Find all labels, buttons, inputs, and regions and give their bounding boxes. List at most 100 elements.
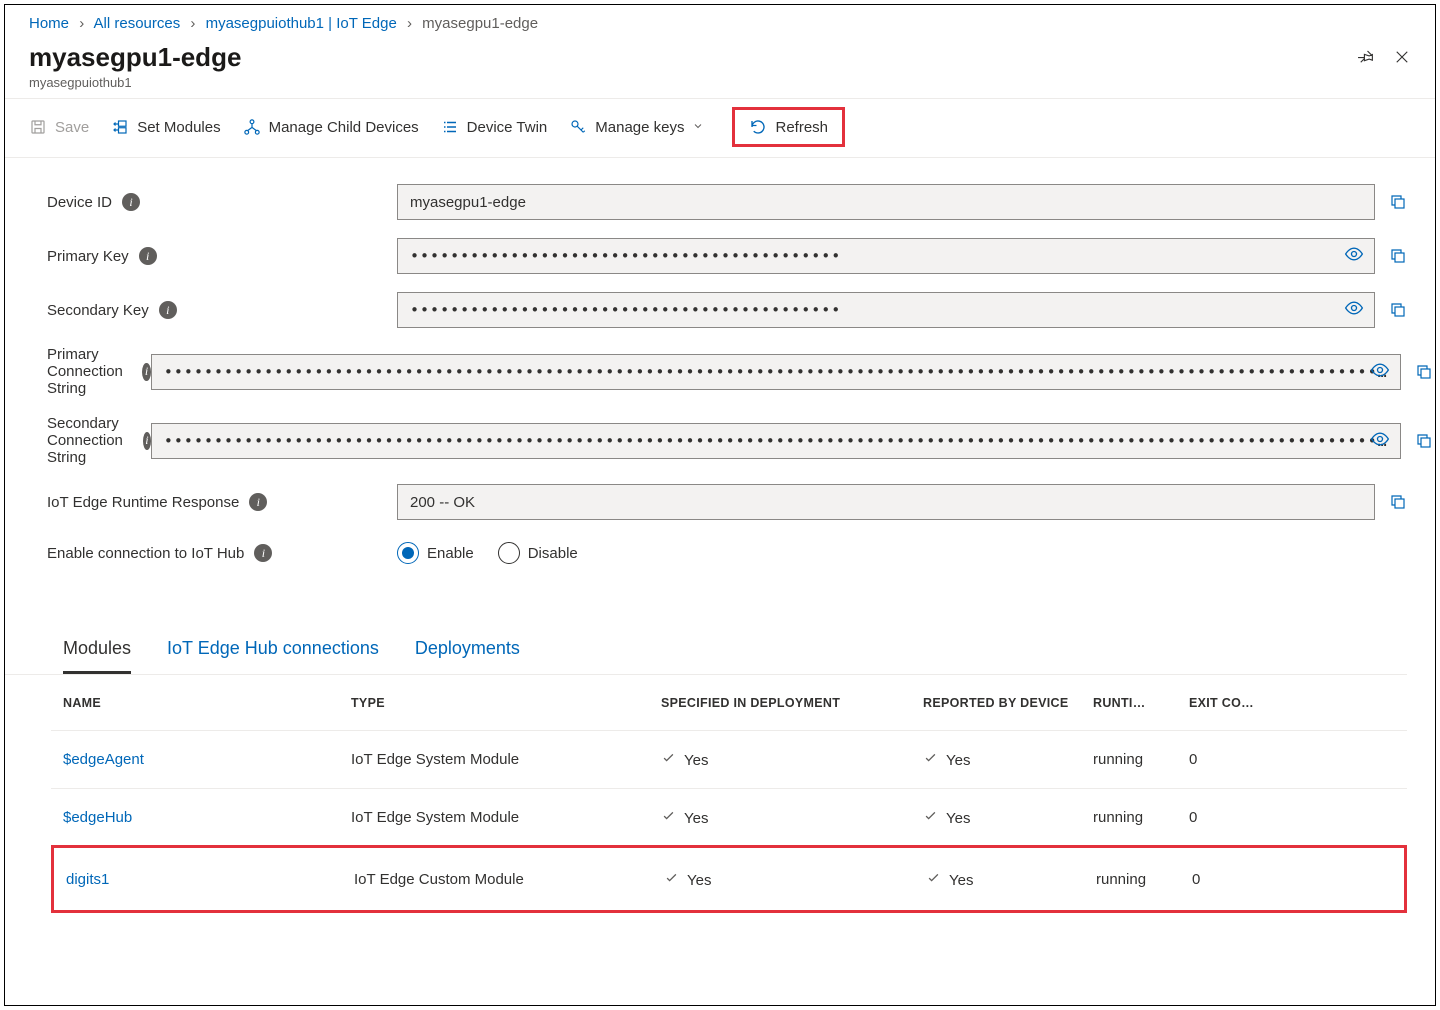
breadcrumb-all-resources[interactable]: All resources (94, 15, 181, 32)
copy-icon[interactable] (1415, 432, 1433, 450)
chevron-down-icon (692, 119, 704, 136)
module-link[interactable]: $edgeAgent (63, 751, 144, 768)
reveal-icon[interactable] (1370, 429, 1390, 453)
cell-spec: Yes (661, 808, 923, 827)
col-name[interactable]: NAME (51, 696, 351, 710)
breadcrumb-iothub[interactable]: myasegpuiothub1 | IoT Edge (206, 15, 397, 32)
primary-conn-label: Primary Connection String (47, 346, 132, 397)
module-link[interactable]: $edgeHub (63, 809, 132, 826)
secondary-conn-label: Secondary Connection String (47, 415, 133, 466)
check-icon (926, 870, 941, 885)
disable-radio-label: Disable (528, 545, 578, 562)
tabs: Modules IoT Edge Hub connections Deploym… (5, 602, 1407, 675)
cell-type: IoT Edge System Module (351, 751, 661, 768)
modules-table: NAME TYPE SPECIFIED IN DEPLOYMENT REPORT… (51, 675, 1407, 913)
set-modules-label: Set Modules (137, 119, 220, 136)
reveal-icon[interactable] (1370, 360, 1390, 384)
info-icon[interactable]: i (159, 301, 177, 319)
tab-connections[interactable]: IoT Edge Hub connections (167, 632, 379, 674)
save-button: Save (29, 118, 89, 136)
manage-child-button[interactable]: Manage Child Devices (243, 118, 419, 136)
col-reported[interactable]: REPORTED BY DEVICE (923, 696, 1093, 710)
copy-icon[interactable] (1389, 247, 1407, 265)
device-id-label: Device ID (47, 194, 112, 211)
manage-keys-button[interactable]: Manage keys (569, 118, 704, 136)
table-row[interactable]: $edgeAgent IoT Edge System Module Yes Ye… (51, 731, 1407, 789)
col-type[interactable]: TYPE (351, 696, 661, 710)
refresh-button[interactable]: Refresh (732, 107, 845, 147)
check-icon (923, 750, 938, 765)
copy-icon[interactable] (1389, 193, 1407, 211)
refresh-icon (749, 118, 767, 136)
device-id-field[interactable]: myasegpu1-edge (397, 184, 1375, 220)
check-icon (661, 808, 676, 823)
table-row[interactable]: $edgeHub IoT Edge System Module Yes Yes … (51, 789, 1407, 847)
cell-run: running (1096, 871, 1192, 888)
save-icon (29, 118, 47, 136)
refresh-label: Refresh (775, 119, 828, 136)
runtime-resp-field[interactable]: 200 -- OK (397, 484, 1375, 520)
cell-type: IoT Edge Custom Module (354, 871, 664, 888)
chevron-right-icon: › (401, 15, 418, 32)
manage-keys-label: Manage keys (595, 119, 684, 136)
reveal-icon[interactable] (1344, 298, 1364, 322)
close-icon[interactable] (1393, 48, 1411, 69)
page-subtitle: myasegpuiothub1 (29, 75, 1357, 90)
cell-spec: Yes (661, 750, 923, 769)
device-twin-label: Device Twin (467, 119, 548, 136)
copy-icon[interactable] (1389, 493, 1407, 511)
cell-exit: 0 (1189, 809, 1269, 826)
tab-deployments[interactable]: Deployments (415, 632, 520, 674)
enable-radio[interactable]: Enable (397, 542, 474, 564)
cell-exit: 0 (1189, 751, 1269, 768)
info-icon[interactable]: i (122, 193, 140, 211)
primary-key-field[interactable]: ••••••••••••••••••••••••••••••••••••••••… (397, 238, 1375, 274)
cell-spec: Yes (664, 870, 926, 889)
reveal-icon[interactable] (1344, 244, 1364, 268)
breadcrumb-home[interactable]: Home (29, 15, 69, 32)
info-icon[interactable]: i (249, 493, 267, 511)
col-runtime[interactable]: RUNTI… (1093, 696, 1189, 710)
manage-child-label: Manage Child Devices (269, 119, 419, 136)
breadcrumb: Home › All resources › myasegpuiothub1 |… (5, 5, 1435, 38)
info-icon[interactable]: i (143, 432, 151, 450)
cell-run: running (1093, 751, 1189, 768)
table-row[interactable]: digits1 IoT Edge Custom Module Yes Yes r… (54, 850, 1404, 908)
chevron-right-icon: › (184, 15, 201, 32)
secondary-key-field[interactable]: ••••••••••••••••••••••••••••••••••••••••… (397, 292, 1375, 328)
info-icon[interactable]: i (142, 363, 151, 381)
save-label: Save (55, 119, 89, 136)
copy-icon[interactable] (1389, 301, 1407, 319)
device-twin-button[interactable]: Device Twin (441, 118, 548, 136)
cell-rep: Yes (923, 750, 1093, 769)
check-icon (923, 808, 938, 823)
set-modules-button[interactable]: Set Modules (111, 118, 220, 136)
pin-icon[interactable] (1357, 48, 1375, 69)
check-icon (661, 750, 676, 765)
info-icon[interactable]: i (254, 544, 272, 562)
disable-radio[interactable]: Disable (498, 542, 578, 564)
module-link[interactable]: digits1 (66, 871, 109, 888)
cell-exit: 0 (1192, 871, 1272, 888)
cell-rep: Yes (926, 870, 1096, 889)
secondary-key-label: Secondary Key (47, 302, 149, 319)
toolbar: Save Set Modules Manage Child Devices De… (5, 98, 1435, 158)
breadcrumb-current: myasegpu1-edge (422, 15, 538, 32)
primary-conn-field[interactable]: ••••••••••••••••••••••••••••••••••••••••… (151, 354, 1401, 390)
col-exit[interactable]: EXIT CO… (1189, 696, 1269, 710)
info-icon[interactable]: i (139, 247, 157, 265)
copy-icon[interactable] (1415, 363, 1433, 381)
cell-type: IoT Edge System Module (351, 809, 661, 826)
list-icon (441, 118, 459, 136)
page-title: myasegpu1-edge (29, 42, 1357, 73)
col-specified[interactable]: SPECIFIED IN DEPLOYMENT (661, 696, 923, 710)
key-icon (569, 118, 587, 136)
runtime-resp-label: IoT Edge Runtime Response (47, 494, 239, 511)
modules-icon (111, 118, 129, 136)
primary-key-label: Primary Key (47, 248, 129, 265)
hierarchy-icon (243, 118, 261, 136)
check-icon (664, 870, 679, 885)
tab-modules[interactable]: Modules (63, 632, 131, 674)
enable-radio-label: Enable (427, 545, 474, 562)
secondary-conn-field[interactable]: ••••••••••••••••••••••••••••••••••••••••… (151, 423, 1401, 459)
